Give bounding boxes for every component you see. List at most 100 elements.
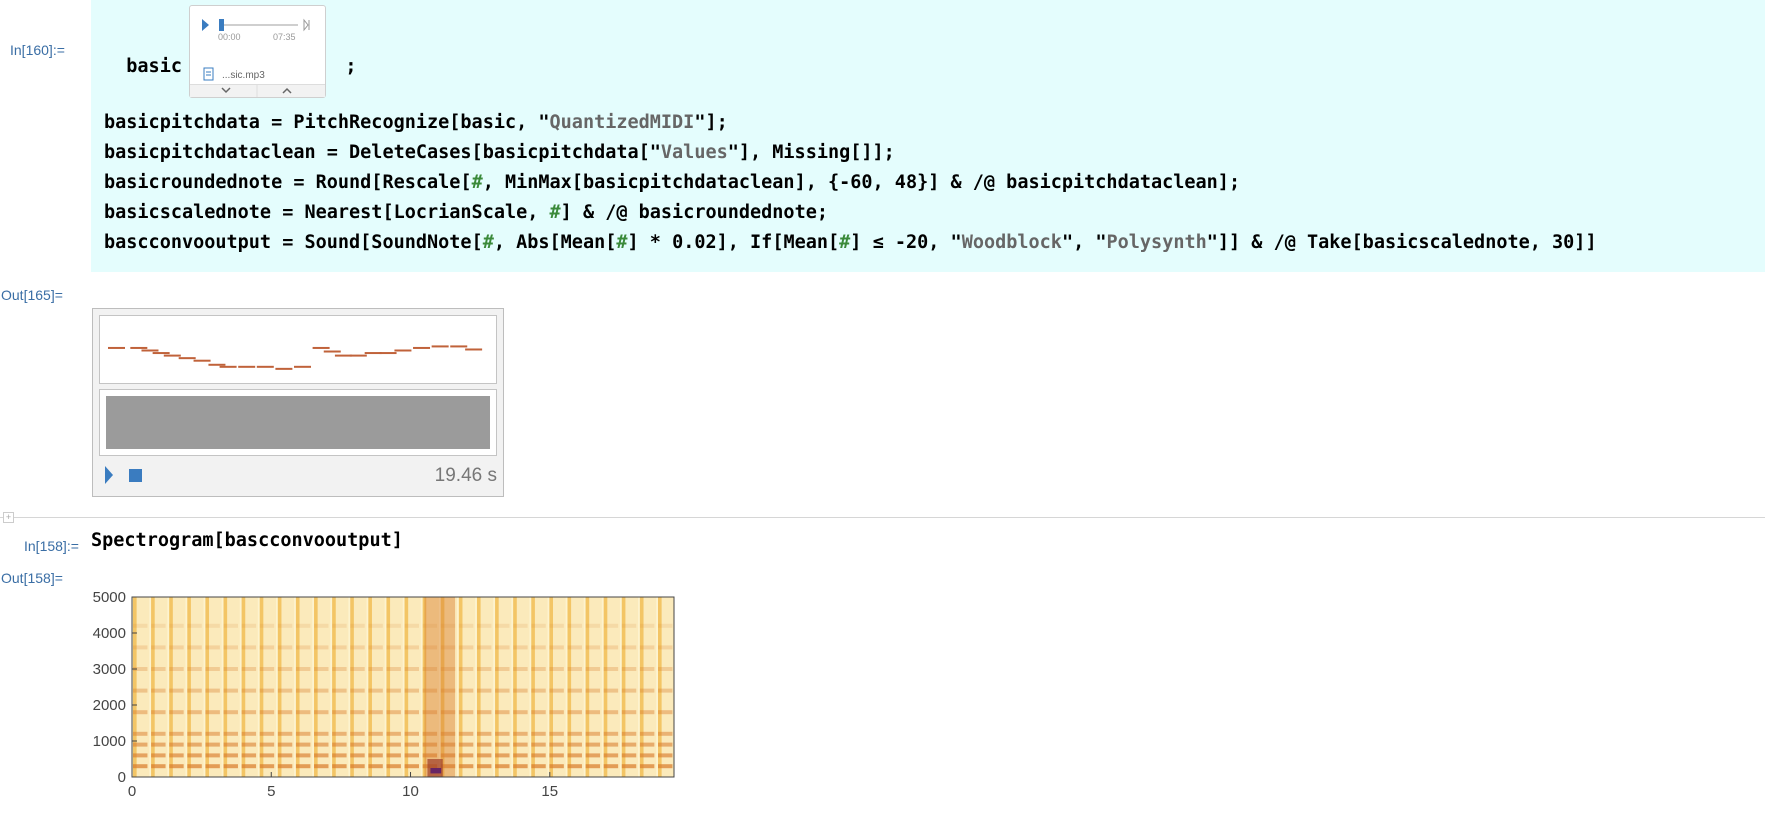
- code-slot: #: [482, 232, 494, 253]
- harmonic-band: [133, 753, 148, 758]
- harmonic-band: [314, 731, 329, 736]
- harmonic-band: [495, 710, 510, 715]
- harmonic-band: [350, 753, 365, 758]
- harmonic-band: [169, 710, 184, 715]
- audio-slider-handle[interactable]: [219, 19, 224, 31]
- harmonic-band: [458, 688, 474, 693]
- code-line-1[interactable]: basicpitchdata = PitchRecognize[basic, "…: [104, 112, 728, 133]
- harmonic-band: [277, 731, 293, 736]
- code-text: basicpitchdata = PitchRecognize[basic, ": [104, 112, 550, 133]
- harmonic-band: [277, 764, 293, 769]
- play-icon[interactable]: [202, 19, 209, 31]
- harmonic-band: [368, 623, 383, 628]
- harmonic-band: [259, 731, 275, 736]
- y-tick-label: 2000: [93, 697, 126, 714]
- code-line-2[interactable]: basicpitchdataclean = DeleteCases[basicp…: [104, 142, 895, 163]
- harmonic-band: [585, 764, 601, 769]
- play-icon[interactable]: [105, 466, 113, 484]
- harmonic-band: [549, 623, 564, 628]
- code-text: ] & /@ basicroundednote;: [560, 202, 828, 223]
- harmonic-band: [404, 623, 420, 628]
- chevron-down-icon[interactable]: [221, 87, 231, 94]
- code-text: ]: [627, 232, 650, 253]
- harmonic-band: [603, 764, 619, 769]
- stop-icon[interactable]: [129, 469, 142, 482]
- harmonic-band: [658, 742, 673, 747]
- note-roll-plot: [108, 345, 483, 370]
- harmonic-band: [513, 710, 528, 715]
- harmonic-band: [332, 645, 347, 650]
- note-mark: [141, 349, 159, 352]
- harmonic-band: [603, 731, 619, 736]
- harmonic-band: [603, 623, 619, 628]
- harmonic-band: [295, 753, 311, 758]
- harmonic-band: [295, 623, 311, 628]
- harmonic-band: [603, 742, 619, 747]
- code-line-3[interactable]: basicroundednote = Round[Rescale[#, MinM…: [104, 172, 1240, 193]
- harmonic-band: [205, 688, 220, 693]
- harmonic-band: [476, 667, 492, 671]
- harmonic-band: [531, 710, 546, 715]
- harmonic-band: [151, 731, 166, 736]
- audio-transport: [202, 18, 310, 32]
- harmonic-band: [495, 645, 510, 650]
- code-line-4[interactable]: basicscalednote = Nearest[LocrianScale, …: [104, 202, 828, 223]
- harmonic-band: [350, 731, 365, 736]
- harmonic-band: [513, 623, 528, 628]
- harmonic-band: [639, 753, 655, 758]
- skip-end-icon[interactable]: [303, 18, 309, 32]
- harmonic-band: [495, 753, 510, 758]
- harmonic-band: [603, 710, 619, 715]
- harmonic-band: [513, 764, 528, 769]
- note-mark: [394, 349, 412, 352]
- code-text: 0.02], If[Mean[: [660, 232, 840, 253]
- x-tick-label: 0: [128, 783, 136, 800]
- harmonic-band: [531, 731, 546, 736]
- note-mark: [312, 346, 330, 349]
- code-spectrogram[interactable]: Spectrogram[bascconvooutput]: [91, 530, 403, 551]
- harmonic-band: [404, 753, 420, 758]
- harmonic-band: [658, 623, 673, 628]
- spectrogram-output[interactable]: 0 1000 2000 3000 4000 5000 0 5 10 15: [80, 589, 700, 813]
- insert-cell-icon[interactable]: +: [3, 512, 14, 523]
- harmonic-band: [458, 753, 474, 758]
- harmonic-band: [205, 731, 220, 736]
- harmonic-band: [187, 731, 202, 736]
- note-mark: [130, 346, 148, 349]
- harmonic-band: [350, 645, 365, 650]
- cell-divider: [0, 517, 1765, 518]
- harmonic-band: [531, 667, 546, 671]
- sound-output[interactable]: 19.46 s: [92, 308, 504, 497]
- harmonic-band: [549, 764, 564, 769]
- harmonic-band: [277, 742, 293, 747]
- harmonic-band: [368, 764, 383, 769]
- code-text: , MinMax[basicpitchdataclean], {-60, 48}…: [482, 172, 1241, 193]
- harmonic-band: [151, 667, 166, 671]
- harmonic-band: [259, 667, 275, 671]
- code-basic-suffix: ;: [345, 56, 357, 77]
- audio-player[interactable]: 00:00 07:35 ...sic.mp3: [189, 5, 326, 98]
- code-line-5[interactable]: bascconvooutput = Sound[SoundNote[#, Abs…: [104, 232, 1597, 253]
- harmonic-band: [404, 688, 420, 693]
- harmonic-band: [621, 667, 637, 671]
- harmonic-band: [621, 742, 637, 747]
- harmonic-band: [639, 645, 655, 650]
- harmonic-band: [585, 667, 601, 671]
- harmonic-band: [549, 688, 564, 693]
- code-slot: #: [616, 232, 628, 253]
- chevron-up-icon[interactable]: [282, 87, 292, 94]
- code-text: ] ≤ -20, ": [850, 232, 962, 253]
- harmonic-band: [151, 764, 166, 769]
- out-label-158: Out[158]=: [1, 570, 63, 586]
- harmonic-band: [495, 731, 510, 736]
- harmonic-band: [314, 742, 329, 747]
- harmonic-band: [531, 645, 546, 650]
- harmonic-band: [531, 753, 546, 758]
- code-text: "], Missing[]];: [727, 142, 895, 163]
- harmonic-band: [332, 742, 347, 747]
- harmonic-band: [621, 731, 637, 736]
- harmonic-band: [513, 667, 528, 671]
- note-roll: [99, 315, 497, 384]
- harmonic-band: [295, 667, 311, 671]
- harmonic-band: [169, 764, 184, 769]
